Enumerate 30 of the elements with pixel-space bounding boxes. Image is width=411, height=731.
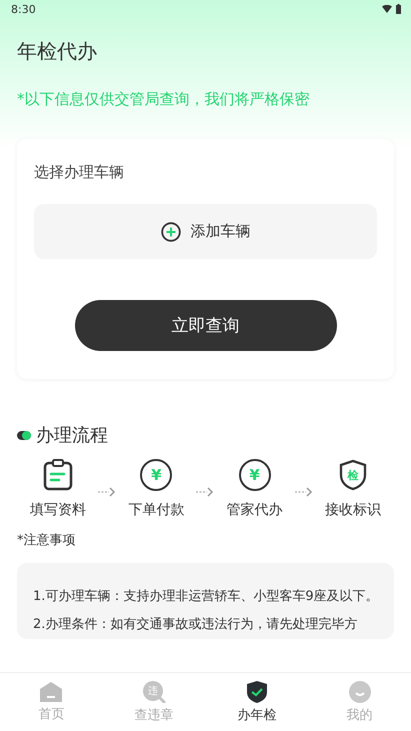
note-text: 1.可办理车辆：支持办理非运营轿车、小型客车9座及以下。 — [33, 588, 380, 606]
step-label: 接收标识 — [324, 501, 381, 519]
yen-coin-icon: ¥ — [238, 459, 271, 491]
tab-item[interactable]: 办年检 — [206, 673, 308, 731]
dotted-arrow-icon — [98, 487, 116, 497]
shield-icon: 检 — [338, 459, 367, 491]
section-title: 办理流程 — [36, 424, 108, 447]
page-title: 年检代办 — [17, 38, 98, 65]
add-vehicle-button[interactable]: 添加车辆 — [34, 204, 377, 259]
vehicle-label: 选择办理车辆 — [34, 163, 125, 182]
step-label: 管家代办 — [226, 501, 283, 519]
privacy-notice: *以下信息仅供交管局查询，我们将严格保密 — [17, 90, 310, 109]
toggle-icon — [17, 430, 31, 440]
clipboard-icon — [43, 459, 73, 491]
note-text: 2.办理条件：如有交通事故或违法行为，请先处理完毕方 — [33, 616, 358, 634]
search-icon: 违 — [142, 680, 166, 702]
status-time: 8:30 — [11, 2, 36, 16]
notes-title: *注意事项 — [17, 532, 76, 549]
plus-icon — [160, 222, 180, 242]
smiley-icon — [348, 680, 371, 702]
step-label: 填写资料 — [30, 501, 86, 519]
home-icon — [40, 682, 62, 702]
shield-check-icon — [246, 680, 267, 702]
query-button[interactable]: 立即查询 — [74, 300, 336, 351]
wifi-icon — [382, 5, 392, 13]
battery-icon — [396, 4, 401, 14]
dotted-arrow-icon — [294, 487, 313, 497]
step-label: 下单付款 — [128, 501, 184, 519]
dotted-arrow-icon — [196, 487, 214, 497]
yen-coin-icon: ¥ — [140, 459, 172, 491]
